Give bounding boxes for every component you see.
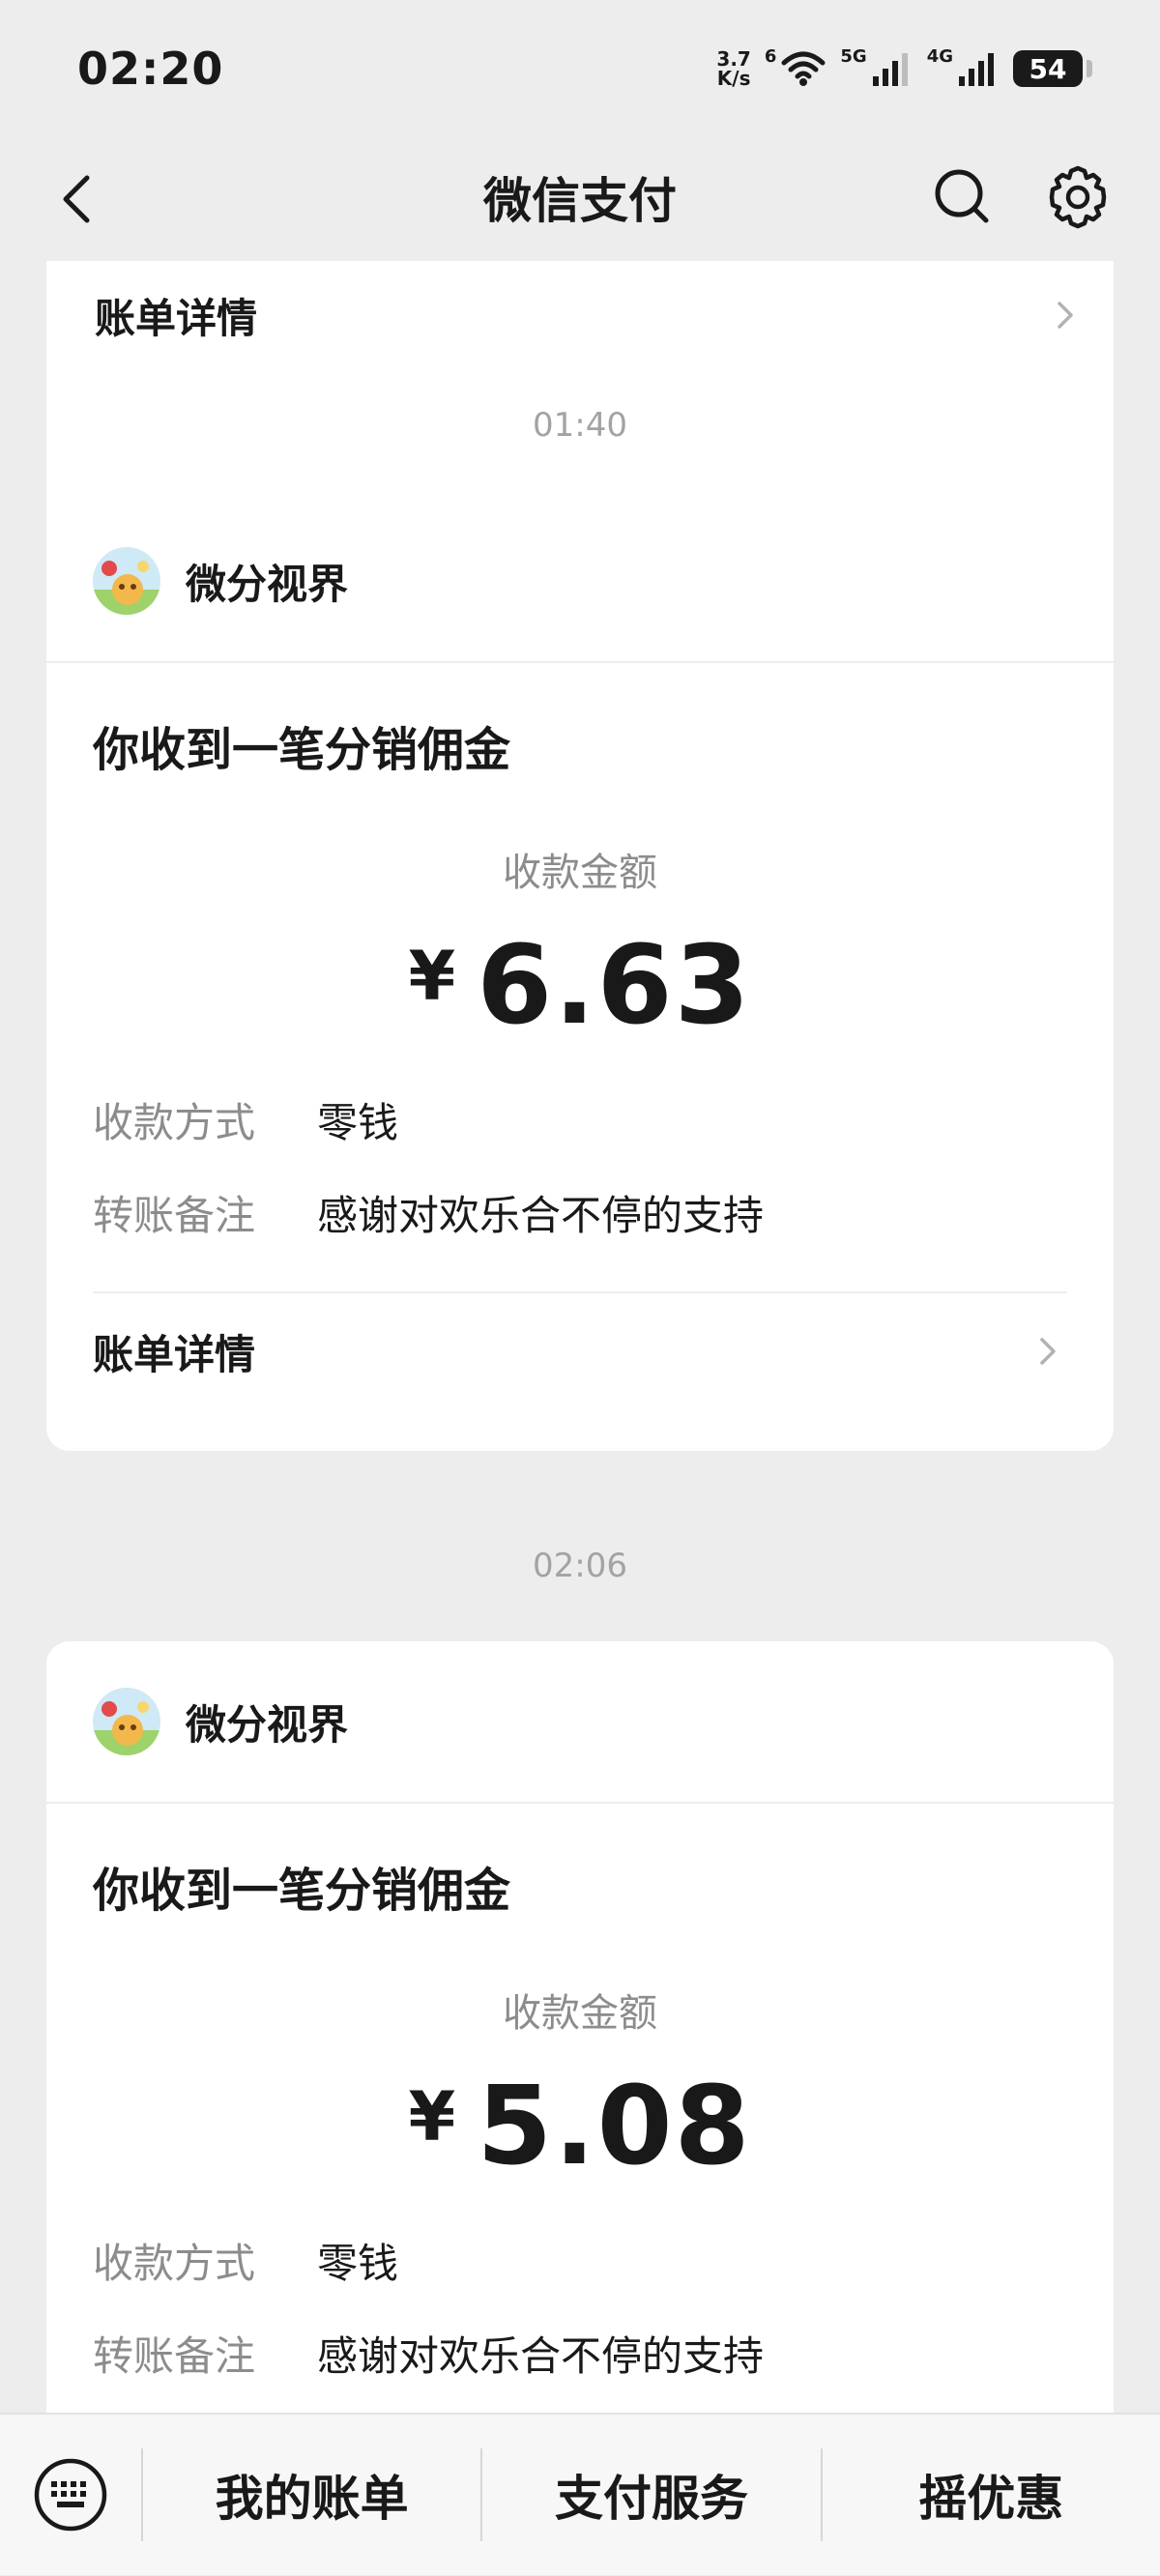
merchant-name: 微分视界: [186, 560, 349, 608]
search-icon: [935, 169, 989, 223]
wifi-icon: [781, 51, 826, 86]
amount-value: 5.08: [477, 2064, 752, 2189]
merchant-header[interactable]: 微分视界: [46, 1641, 1114, 1804]
message-card[interactable]: 微分视界 你收到一笔分销佣金 收款金额 ¥5.08 收款方式 零钱 转账备注 感…: [46, 1641, 1114, 2413]
amount-label: 收款金额: [503, 851, 657, 895]
status-time: 02:20: [77, 43, 224, 95]
bill-detail-label: 账单详情: [95, 294, 258, 342]
chevron-right-icon: [1058, 302, 1073, 329]
currency-symbol: ¥: [408, 937, 458, 1016]
payment-method-value: 零钱: [317, 1099, 399, 1146]
settings-button[interactable]: [1039, 159, 1116, 236]
message-body: 你收到一笔分销佣金 收款金额 ¥6.63 收款方式 零钱 转账备注 感谢对欢乐合…: [46, 711, 1114, 1409]
network-speed: 3.7 K/s: [716, 49, 750, 88]
amount: ¥5.08: [93, 2072, 1067, 2194]
payment-method-key: 收款方式: [93, 1099, 256, 1146]
amount: ¥6.63: [93, 932, 1067, 1054]
transfer-note-key: 转账备注: [93, 1192, 256, 1239]
battery-level: 54: [1029, 52, 1067, 85]
network-speed-unit: K/s: [716, 67, 751, 90]
bill-detail-row[interactable]: 账单详情: [93, 1293, 1067, 1409]
currency-symbol: ¥: [408, 2077, 458, 2156]
search-button[interactable]: [924, 159, 1001, 236]
transfer-note-row: 转账备注 感谢对欢乐合不停的支持: [93, 1189, 1067, 1243]
battery-icon: 54: [1013, 50, 1092, 87]
transfer-note-value: 感谢对欢乐合不停的支持: [317, 2332, 765, 2380]
transfer-note-key: 转账备注: [93, 2332, 256, 2380]
merchant-avatar: [93, 547, 160, 615]
signal-5g-icon: [872, 53, 908, 86]
payment-method-row: 收款方式 零钱: [93, 2237, 1067, 2291]
message-timestamp: 01:40: [533, 406, 627, 445]
bottom-menu-bar: 我的账单 支付服务 摇优惠: [0, 2413, 1160, 2575]
merchant-header[interactable]: 微分视界: [46, 501, 1114, 663]
merchant-name: 微分视界: [186, 1700, 349, 1749]
payment-method-value: 零钱: [317, 2240, 399, 2287]
message-timestamp: 02:06: [533, 1547, 627, 1585]
message-title: 你收到一笔分销佣金: [93, 723, 511, 777]
signal-5g-label: 5G: [840, 46, 867, 67]
message-card[interactable]: 微分视界 你收到一笔分销佣金 收款金额 ¥6.63 收款方式 零钱 转账备注 感…: [46, 501, 1114, 1451]
status-bar: 02:20 3.7 K/s 6 5G 4G 54: [0, 0, 1160, 135]
network-speed-value: 3.7: [716, 47, 751, 71]
menu-payment-services[interactable]: 支付服务: [482, 2460, 820, 2530]
signal-4g-label: 4G: [926, 46, 953, 67]
signal-4g-icon: [959, 53, 994, 86]
menu-my-bills[interactable]: 我的账单: [143, 2460, 480, 2530]
menu-shake-offers[interactable]: 摇优惠: [823, 2460, 1160, 2530]
bill-detail-label: 账单详情: [93, 1330, 256, 1378]
transfer-note-row: 转账备注 感谢对欢乐合不停的支持: [93, 2330, 1067, 2384]
keyboard-icon: [34, 2458, 107, 2532]
message-body: 你收到一笔分销佣金 收款金额 ¥5.08 收款方式 零钱 转账备注 感谢对欢乐合…: [46, 1852, 1114, 2384]
merchant-avatar: [93, 1688, 160, 1755]
wifi-sub-label: 6: [764, 46, 777, 67]
amount-label: 收款金额: [503, 1991, 657, 2036]
message-title: 你收到一笔分销佣金: [93, 1864, 511, 1918]
amount-value: 6.63: [477, 923, 752, 1049]
transfer-note-value: 感谢对欢乐合不停的支持: [317, 1192, 765, 1239]
payment-method-key: 收款方式: [93, 2240, 256, 2287]
keyboard-toggle-button[interactable]: [0, 2414, 141, 2576]
bill-detail-row[interactable]: 账单详情: [95, 261, 1085, 373]
status-icons: 3.7 K/s 6 5G 4G 54: [716, 44, 1092, 93]
chevron-right-icon: [1040, 1338, 1056, 1365]
message-list[interactable]: 账单详情 01:40 微分视界 你收到一笔分销佣金 收款金额 ¥ 6.63 收款…: [0, 261, 1160, 2413]
payment-method-row: 收款方式 零钱: [93, 1096, 1067, 1150]
gear-icon: [1049, 165, 1107, 229]
nav-bar: 微信支付: [0, 135, 1160, 261]
